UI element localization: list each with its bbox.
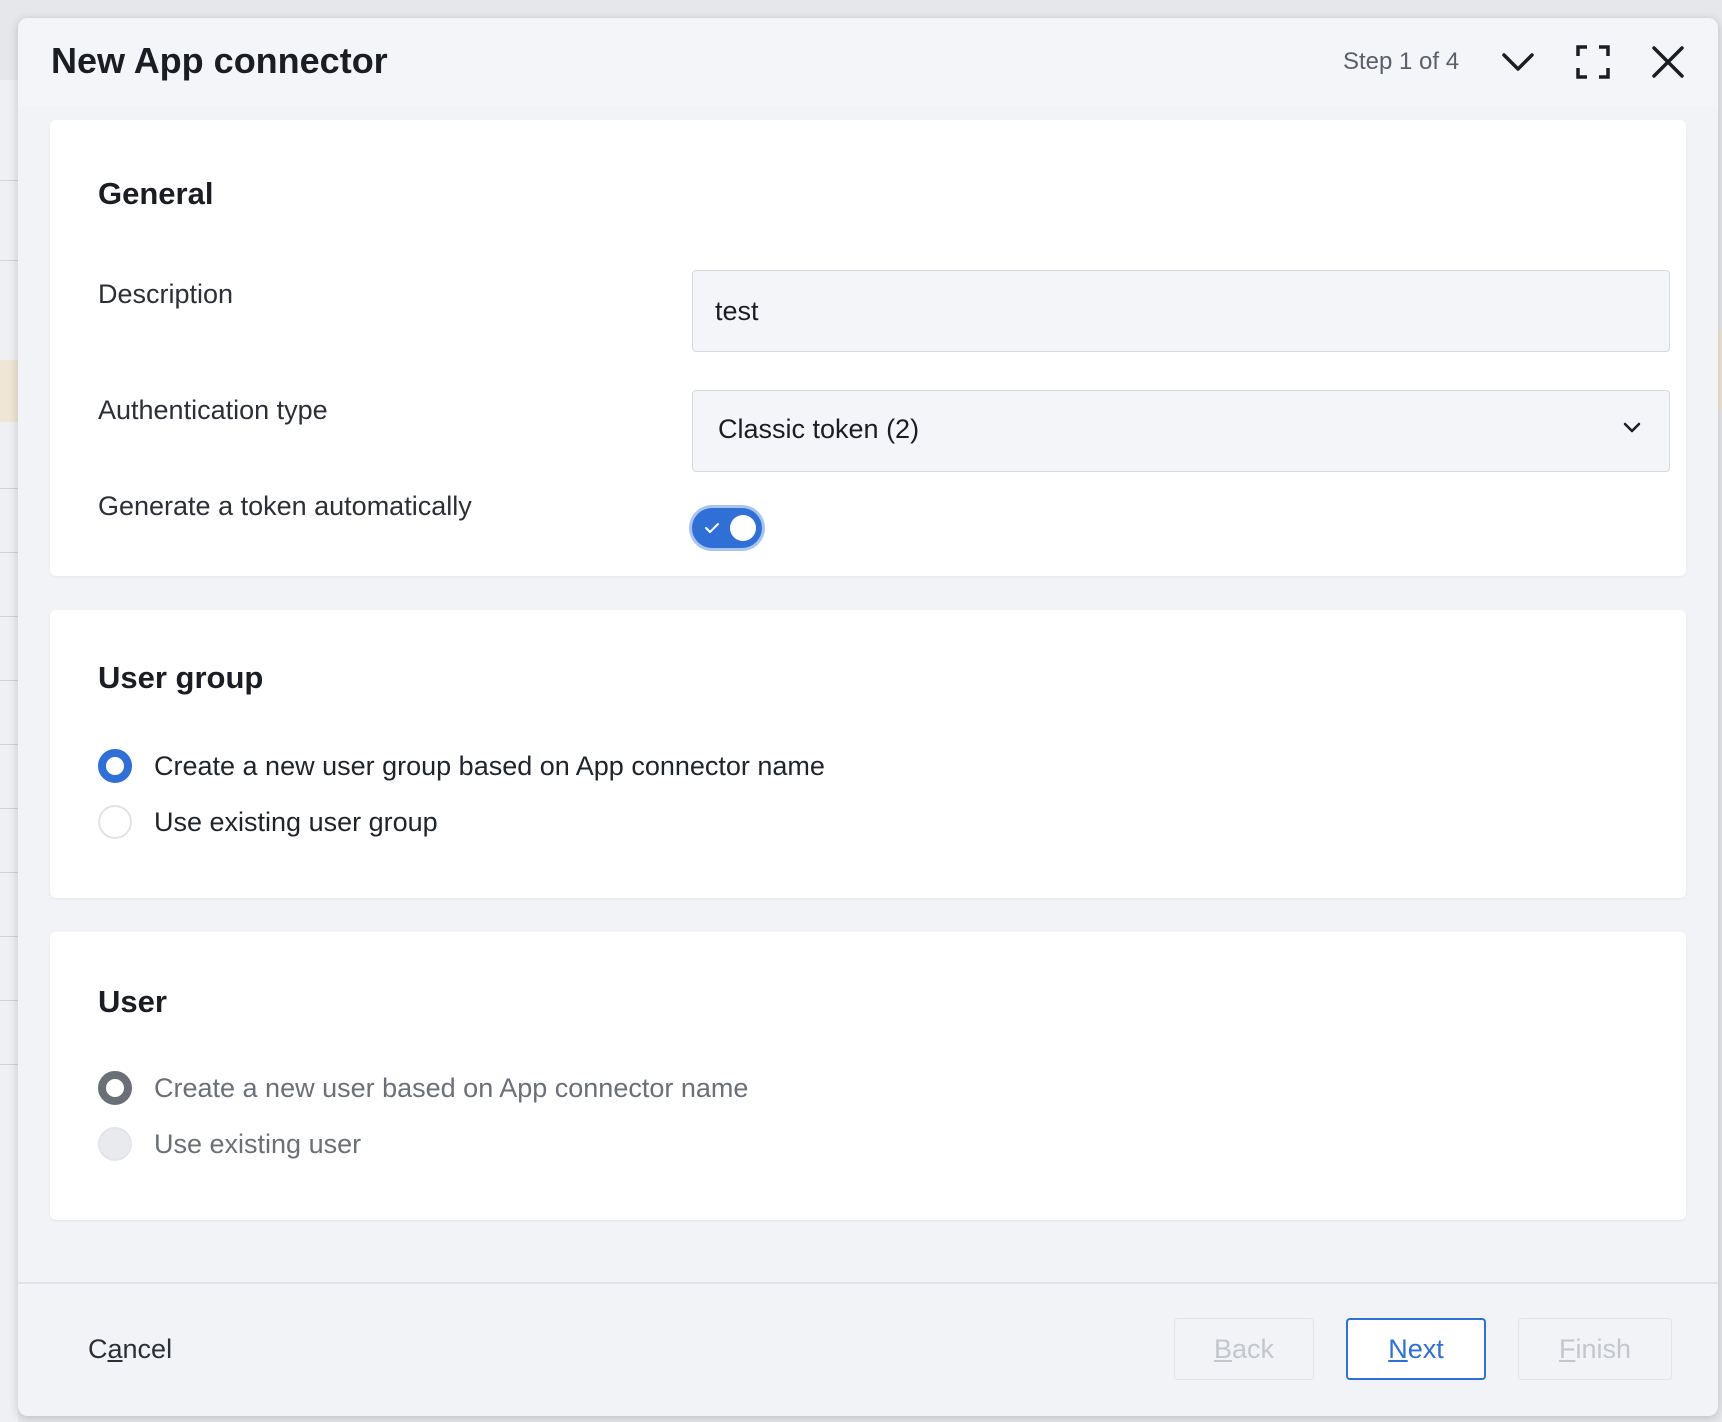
radio-use-existing-user-group[interactable]: Use existing user group <box>98 802 438 842</box>
radio-use-existing-user[interactable]: Use existing user <box>98 1124 361 1164</box>
finish-button[interactable]: Finish <box>1518 1318 1672 1380</box>
maximize-icon[interactable] <box>1573 42 1613 82</box>
user-group-section: User group Create a new user group based… <box>50 610 1686 898</box>
chevron-down-icon <box>1623 421 1641 439</box>
back-button[interactable]: Back <box>1174 1318 1314 1380</box>
authentication-type-label: Authentication type <box>98 395 328 425</box>
new-app-connector-dialog: New App connector Step 1 of 4 General De… <box>18 18 1718 1416</box>
next-label-part: ext <box>1407 1333 1444 1364</box>
cancel-mnemonic: a <box>107 1334 123 1364</box>
background-divider <box>0 744 18 745</box>
background-list <box>0 80 18 1422</box>
radio-button[interactable] <box>98 1127 132 1161</box>
background-divider <box>0 1064 18 1065</box>
radio-label: Use existing user group <box>154 806 438 837</box>
finish-mnemonic: F <box>1558 1333 1576 1364</box>
toggle-knob <box>730 515 756 541</box>
user-section: User Create a new user based on App conn… <box>50 932 1686 1220</box>
background-divider <box>0 260 18 261</box>
background-divider <box>0 680 18 681</box>
finish-label-part: inish <box>1575 1333 1632 1364</box>
user-section-title: User <box>98 984 167 1019</box>
radio-button[interactable] <box>98 805 132 839</box>
back-label-part: ack <box>1231 1333 1275 1364</box>
radio-button[interactable] <box>98 749 132 783</box>
description-label: Description <box>98 279 234 309</box>
background-divider <box>0 552 18 553</box>
general-section: General Description Authentication type … <box>50 120 1686 576</box>
background-divider <box>0 872 18 873</box>
radio-create-new-user-group[interactable]: Create a new user group based on App con… <box>98 746 825 786</box>
general-section-title: General <box>98 176 214 211</box>
radio-button[interactable] <box>98 1071 132 1105</box>
radio-label: Create a new user based on App connector… <box>154 1072 749 1103</box>
generate-token-toggle[interactable] <box>692 508 762 548</box>
authentication-type-value: Classic token (2) <box>718 414 920 444</box>
radio-label: Create a new user group based on App con… <box>154 750 825 781</box>
chevron-down-icon[interactable] <box>1498 42 1538 82</box>
user-group-section-title: User group <box>98 660 264 695</box>
close-icon[interactable] <box>1648 42 1688 82</box>
radio-label: Use existing user <box>154 1128 362 1159</box>
cancel-button[interactable]: Cancel <box>88 1334 172 1365</box>
check-icon <box>704 521 720 539</box>
next-mnemonic: N <box>1388 1333 1408 1364</box>
authentication-type-select[interactable]: Classic token (2) <box>692 390 1670 472</box>
background-divider <box>0 180 18 181</box>
dialog-header: New App connector Step 1 of 4 <box>18 18 1718 106</box>
background-divider <box>0 1000 18 1001</box>
background-divider <box>0 936 18 937</box>
next-button[interactable]: Next <box>1346 1318 1486 1380</box>
dialog-title: New App connector <box>51 40 388 81</box>
generate-token-label: Generate a token automatically <box>98 491 472 521</box>
step-indicator: Step 1 of 4 <box>1343 48 1460 75</box>
background-divider <box>0 616 18 617</box>
description-input[interactable] <box>692 270 1670 352</box>
background-divider <box>0 808 18 809</box>
radio-create-new-user[interactable]: Create a new user based on App connector… <box>98 1068 748 1108</box>
background-highlighted-row <box>0 360 18 422</box>
back-mnemonic: B <box>1213 1333 1232 1364</box>
dialog-footer: Cancel Back Next Finish <box>18 1282 1718 1416</box>
cancel-label-part: C <box>88 1334 108 1364</box>
cancel-label-part: ncel <box>122 1334 173 1364</box>
background-divider <box>0 488 18 489</box>
